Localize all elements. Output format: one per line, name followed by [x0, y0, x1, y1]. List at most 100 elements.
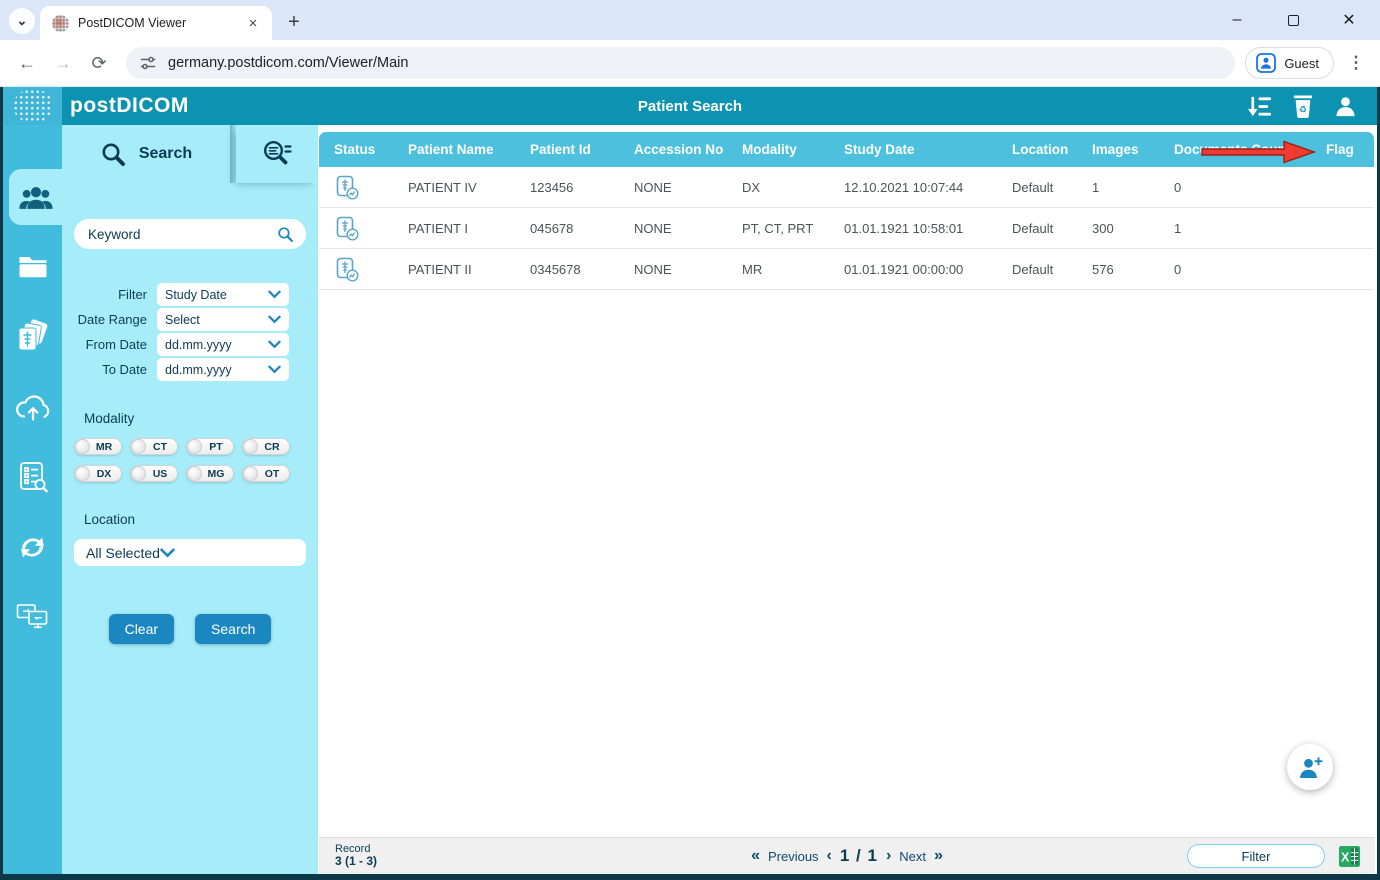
- column-header-location[interactable]: Location: [997, 142, 1077, 157]
- keyword-search-icon[interactable]: [277, 226, 294, 248]
- table-row[interactable]: PATIENT II 0345678 NONE MR 01.01.1921 00…: [319, 249, 1374, 290]
- cell-images: 576: [1092, 261, 1114, 277]
- date-range-select[interactable]: Select: [157, 308, 289, 331]
- next-page-button[interactable]: Next: [899, 849, 926, 864]
- filter-select[interactable]: Study Date: [157, 283, 289, 306]
- new-tab-button[interactable]: +: [280, 8, 308, 36]
- tab-close-icon[interactable]: ×: [244, 14, 262, 32]
- cell-study-date: 01.01.1921 10:58:01: [844, 220, 964, 236]
- tab-advanced-search[interactable]: [236, 125, 318, 183]
- sidebar-item-remote-share[interactable]: [3, 589, 62, 645]
- column-header-patient-id[interactable]: Patient Id: [515, 142, 619, 157]
- address-bar[interactable]: germany.postdicom.com/Viewer/Main: [126, 47, 1236, 79]
- trash-recycle-icon: ♻: [1293, 95, 1313, 118]
- column-header-status[interactable]: Status: [319, 142, 393, 157]
- filter-row: Date Range Select: [62, 308, 318, 331]
- maximize-button[interactable]: [1280, 7, 1306, 33]
- account-button[interactable]: [1334, 95, 1357, 118]
- keyword-wrap: [74, 219, 306, 249]
- column-header-documents-count[interactable]: Documents Count: [1159, 142, 1311, 157]
- search-button[interactable]: Search: [195, 614, 272, 644]
- cell-images: 300: [1092, 220, 1114, 236]
- tab-basic-search[interactable]: Search: [62, 125, 230, 183]
- modality-toggle-pt[interactable]: PT: [186, 438, 234, 455]
- recycle-bin-button[interactable]: ♻: [1292, 93, 1314, 120]
- toggle-knob: [131, 466, 146, 481]
- chevron-down-icon: [268, 290, 281, 299]
- close-window-button[interactable]: ✕: [1336, 7, 1362, 33]
- to-date-select[interactable]: dd.mm.yyyy: [157, 358, 289, 381]
- worklist-search-icon: [19, 462, 48, 493]
- modality-toggle-cr[interactable]: CR: [242, 438, 290, 455]
- sidebar-item-folders[interactable]: [3, 239, 62, 295]
- remote-screens-icon: [16, 604, 47, 629]
- toggle-knob: [75, 439, 90, 454]
- toggle-knob: [243, 466, 258, 481]
- column-header-patient-name[interactable]: Patient Name: [393, 142, 515, 157]
- search-panel: Search Keyword Filter Study Date Date Ra…: [62, 125, 318, 874]
- filter-grid: Filter Study Date Date Range Select From…: [62, 283, 318, 381]
- date-range-label: Date Range: [77, 312, 147, 327]
- reload-button[interactable]: ⟳: [84, 48, 114, 78]
- search-panel-tabs: Search: [62, 125, 318, 183]
- filter-label: Filter: [118, 287, 147, 302]
- tab-title: PostDICOM Viewer: [78, 16, 187, 30]
- last-page-icon[interactable]: »: [934, 847, 943, 865]
- cell-patient-name: PATIENT IV: [408, 179, 477, 195]
- filter-row: From Date dd.mm.yyyy: [62, 333, 318, 356]
- location-select[interactable]: All Selected: [74, 539, 306, 566]
- browser-tab[interactable]: PostDICOM Viewer ×: [40, 6, 272, 40]
- advanced-search-icon: [263, 140, 292, 165]
- cell-patient-id: 0345678: [530, 261, 581, 277]
- modality-toggle-mr[interactable]: MR: [74, 438, 122, 455]
- minimize-button[interactable]: –: [1224, 7, 1250, 33]
- cell-study-date: 12.10.2021 10:07:44: [844, 179, 964, 195]
- modality-toggle-dx[interactable]: DX: [74, 465, 122, 482]
- cell-accession-no: NONE: [634, 179, 672, 195]
- column-header-images[interactable]: Images: [1077, 142, 1159, 157]
- export-excel-button[interactable]: X: [1338, 845, 1361, 868]
- clear-button[interactable]: Clear: [108, 614, 175, 644]
- filter-button[interactable]: Filter: [1187, 844, 1325, 868]
- column-header-accession-no[interactable]: Accession No: [619, 142, 727, 157]
- table-row[interactable]: PATIENT IV 123456 NONE DX 12.10.2021 10:…: [319, 167, 1374, 208]
- table-row[interactable]: PATIENT I 045678 NONE PT, CT, PRT 01.01.…: [319, 208, 1374, 249]
- add-patient-button[interactable]: [1287, 744, 1333, 790]
- url-text[interactable]: germany.postdicom.com/Viewer/Main: [168, 55, 408, 71]
- browser-menu-button[interactable]: ⋮: [1344, 51, 1368, 75]
- toggle-knob: [131, 439, 146, 454]
- filter-row: Filter Study Date: [62, 283, 318, 306]
- next-page-icon[interactable]: ›: [886, 847, 891, 865]
- study-status-icon: [336, 257, 359, 282]
- modality-toggle-mg[interactable]: MG: [186, 465, 234, 482]
- page-indicator: 1 / 1: [839, 846, 878, 865]
- modality-toggle-ot[interactable]: OT: [242, 465, 290, 482]
- patients-people-icon: [18, 186, 53, 209]
- cell-documents-count: 1: [1174, 220, 1182, 236]
- keyword-input[interactable]: [74, 219, 306, 249]
- sidebar-item-upload[interactable]: [3, 379, 62, 435]
- sort-order-button[interactable]: [1247, 95, 1272, 118]
- modality-toggle-ct[interactable]: CT: [130, 438, 178, 455]
- forward-button[interactable]: →: [48, 48, 78, 78]
- maximize-icon: [1287, 14, 1299, 26]
- column-header-flag[interactable]: Flag: [1311, 142, 1374, 157]
- previous-page-icon[interactable]: ‹: [827, 847, 832, 865]
- sidebar-item-worklist[interactable]: [3, 449, 62, 505]
- modality-toggle-us[interactable]: US: [130, 465, 178, 482]
- app-header: postDICOM Patient Search ♻: [3, 87, 1377, 125]
- column-header-modality[interactable]: Modality: [727, 142, 829, 157]
- profile-button[interactable]: Guest: [1245, 47, 1334, 79]
- profile-avatar-icon: [1256, 53, 1277, 73]
- column-header-study-date[interactable]: Study Date: [829, 142, 997, 157]
- tab-search-button[interactable]: ⌄: [9, 8, 35, 34]
- sidebar-item-patient-search[interactable]: [9, 169, 62, 225]
- from-date-select[interactable]: dd.mm.yyyy: [157, 333, 289, 356]
- page-title: Patient Search: [637, 97, 743, 115]
- sidebar-item-dicom-images[interactable]: [3, 309, 62, 365]
- first-page-icon[interactable]: «: [751, 847, 760, 865]
- previous-page-button[interactable]: Previous: [768, 849, 819, 864]
- sidebar-item-sync[interactable]: [3, 519, 62, 575]
- back-button[interactable]: ←: [12, 48, 42, 78]
- site-settings-icon[interactable]: [140, 55, 156, 71]
